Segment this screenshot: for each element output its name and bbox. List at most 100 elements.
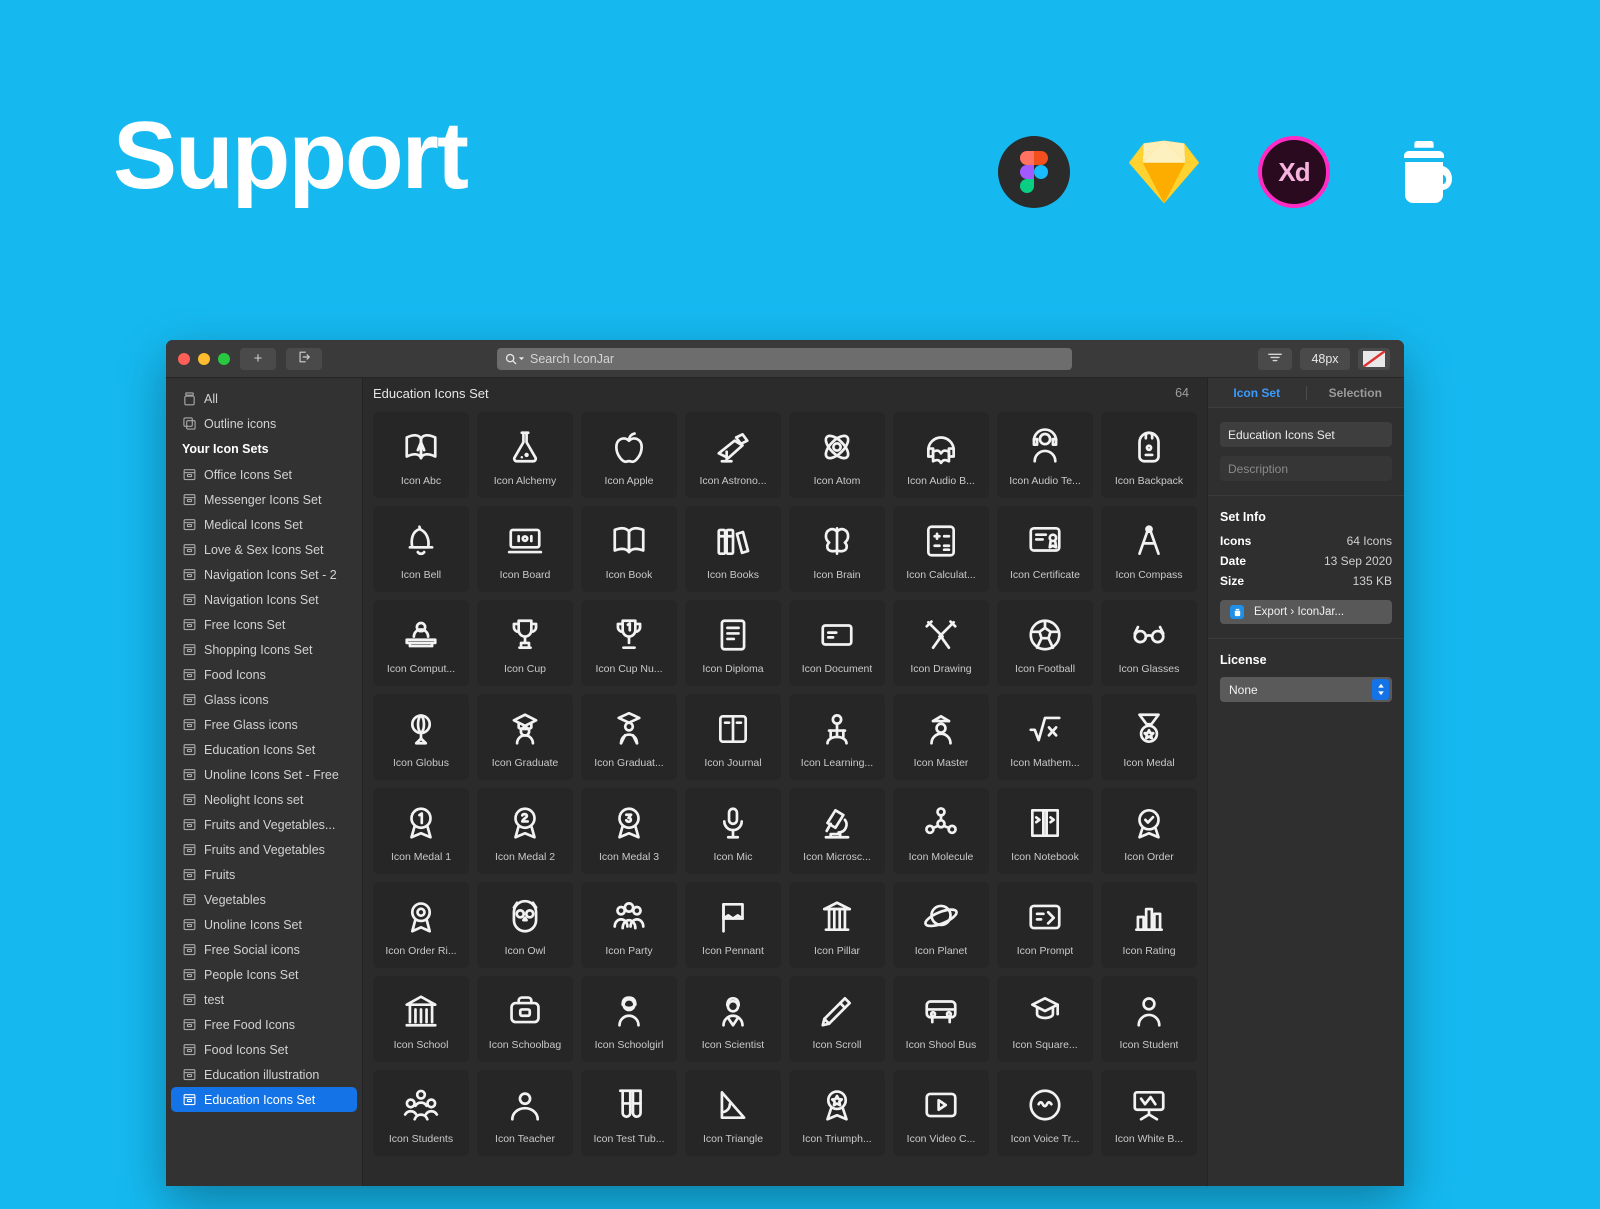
icon-cell[interactable]: Icon Backpack [1101,412,1197,498]
sidebar-item-fruits[interactable]: Fruits [166,862,362,887]
icon-cell[interactable]: Icon Molecule [893,788,989,874]
minimize-button[interactable] [198,352,210,365]
icon-cell[interactable]: Icon Triumph... [789,1070,885,1156]
icon-cell[interactable]: Icon School [373,976,469,1062]
sidebar-item-unoline-icons-set[interactable]: Unoline Icons Set [166,912,362,937]
icon-cell[interactable]: Icon Atom [789,412,885,498]
sidebar-item-vegetables[interactable]: Vegetables [166,887,362,912]
sidebar-item-unoline-icons-set-free[interactable]: Unoline Icons Set - Free [166,762,362,787]
icon-cell[interactable]: Icon Board [477,506,573,592]
icon-cell[interactable]: Icon Master [893,694,989,780]
icon-cell[interactable]: Icon Graduate [477,694,573,780]
icon-cell[interactable]: Icon Football [997,600,1093,686]
sidebar-item-navigation-icons-set-2[interactable]: Navigation Icons Set - 2 [166,562,362,587]
icon-cell[interactable]: Icon Medal [1101,694,1197,780]
icon-cell[interactable]: Icon Triangle [685,1070,781,1156]
icon-cell[interactable]: Icon White B... [1101,1070,1197,1156]
maximize-button[interactable] [218,352,230,365]
icon-cell[interactable]: Icon Schoolbag [477,976,573,1062]
icon-cell[interactable]: Icon Learning... [789,694,885,780]
sidebar-item-food-icons-set[interactable]: Food Icons Set [166,1037,362,1062]
sidebar-item-neolight-icons-set[interactable]: Neolight Icons set [166,787,362,812]
icon-cell[interactable]: Icon Brain [789,506,885,592]
sidebar-item-free-icons-set[interactable]: Free Icons Set [166,612,362,637]
icon-cell[interactable]: Icon Cup Nu... [581,600,677,686]
search-input[interactable]: Search IconJar [497,347,1072,370]
color-picker-button[interactable] [1358,347,1390,370]
traffic-lights[interactable] [178,352,230,365]
icon-cell[interactable]: Icon Pillar [789,882,885,968]
sidebar-item-outline-icons[interactable]: Outline icons [166,411,362,436]
tab-icon-set[interactable]: Icon Set [1208,386,1306,400]
export-iconjar-button[interactable]: Export › IconJar... [1220,600,1392,624]
icon-cell[interactable]: Icon Globus [373,694,469,780]
sidebar-item-fruits-and-vegetables[interactable]: Fruits and Vegetables... [166,812,362,837]
sidebar-item-education-icons-set[interactable]: Education Icons Set [166,737,362,762]
icon-cell[interactable]: Icon Square... [997,976,1093,1062]
tab-selection[interactable]: Selection [1307,386,1405,400]
icon-cell[interactable]: Icon Owl [477,882,573,968]
icon-cell[interactable]: Icon Calculat... [893,506,989,592]
sidebar-item-free-glass-icons[interactable]: Free Glass icons [166,712,362,737]
icon-cell[interactable]: Icon Voice Tr... [997,1070,1093,1156]
icon-cell[interactable]: Icon Video C... [893,1070,989,1156]
icon-cell[interactable]: Icon Order [1101,788,1197,874]
sidebar-item-messenger-icons-set[interactable]: Messenger Icons Set [166,487,362,512]
icon-cell[interactable]: Icon Schoolgirl [581,976,677,1062]
icon-cell[interactable]: Icon Abc [373,412,469,498]
sidebar-item-education-icons-set[interactable]: Education Icons Set [171,1087,357,1112]
icon-cell[interactable]: Icon Audio B... [893,412,989,498]
icon-cell[interactable]: Icon Journal [685,694,781,780]
icon-cell[interactable]: Icon Alchemy [477,412,573,498]
icon-cell[interactable]: Icon Graduat... [581,694,677,780]
icon-cell[interactable]: Icon Notebook [997,788,1093,874]
icon-cell[interactable]: Icon Medal 2 [477,788,573,874]
icon-cell[interactable]: Icon Medal 3 [581,788,677,874]
sidebar-item-fruits-and-vegetables[interactable]: Fruits and Vegetables [166,837,362,862]
sidebar-item-glass-icons[interactable]: Glass icons [166,687,362,712]
filter-button[interactable] [1258,347,1292,370]
icon-cell[interactable]: Icon Drawing [893,600,989,686]
export-toolbar-button[interactable] [286,347,322,370]
sidebar-item-free-food-icons[interactable]: Free Food Icons [166,1012,362,1037]
icon-cell[interactable]: Icon Comput... [373,600,469,686]
icon-cell[interactable]: Icon Rating [1101,882,1197,968]
icon-cell[interactable]: Icon Apple [581,412,677,498]
icon-size-button[interactable]: 48px [1300,347,1350,370]
add-set-button[interactable]: + [240,347,276,370]
icon-cell[interactable]: Icon Document [789,600,885,686]
sidebar-item-people-icons-set[interactable]: People Icons Set [166,962,362,987]
sidebar-item-medical-icons-set[interactable]: Medical Icons Set [166,512,362,537]
sidebar-item-free-social-icons[interactable]: Free Social icons [166,937,362,962]
icon-grid[interactable]: Icon Abc Icon Alchemy Icon Apple Icon Astro… [363,408,1207,1186]
sidebar-item-love-sex-icons-set[interactable]: Love & Sex Icons Set [166,537,362,562]
icon-cell[interactable]: Icon Pennant [685,882,781,968]
icon-cell[interactable]: Icon Books [685,506,781,592]
icon-cell[interactable]: Icon Shool Bus [893,976,989,1062]
icon-cell[interactable]: Icon Audio Te... [997,412,1093,498]
sidebar[interactable]: All Outline icons Your Icon Sets Office … [166,378,363,1186]
icon-cell[interactable]: Icon Cup [477,600,573,686]
icon-cell[interactable]: Icon Students [373,1070,469,1156]
sidebar-item-test[interactable]: test [166,987,362,1012]
close-button[interactable] [178,352,190,365]
icon-cell[interactable]: Icon Teacher [477,1070,573,1156]
icon-cell[interactable]: Icon Planet [893,882,989,968]
icon-cell[interactable]: Icon Compass [1101,506,1197,592]
sidebar-item-education-illustration[interactable]: Education illustration [166,1062,362,1087]
icon-cell[interactable]: Icon Party [581,882,677,968]
icon-cell[interactable]: Icon Mathem... [997,694,1093,780]
set-name-field[interactable]: Education Icons Set [1220,422,1392,447]
icon-cell[interactable]: Icon Glasses [1101,600,1197,686]
sidebar-item-navigation-icons-set[interactable]: Navigation Icons Set [166,587,362,612]
icon-cell[interactable]: Icon Diploma [685,600,781,686]
set-description-field[interactable]: Description [1220,456,1392,481]
sidebar-item-food-icons[interactable]: Food Icons [166,662,362,687]
icon-cell[interactable]: Icon Order Ri... [373,882,469,968]
icon-cell[interactable]: Icon Test Tub... [581,1070,677,1156]
icon-cell[interactable]: Icon Medal 1 [373,788,469,874]
icon-cell[interactable]: Icon Book [581,506,677,592]
inspector-tabs[interactable]: Icon Set Selection [1208,378,1404,408]
icon-cell[interactable]: Icon Mic [685,788,781,874]
sidebar-item-shopping-icons-set[interactable]: Shopping Icons Set [166,637,362,662]
